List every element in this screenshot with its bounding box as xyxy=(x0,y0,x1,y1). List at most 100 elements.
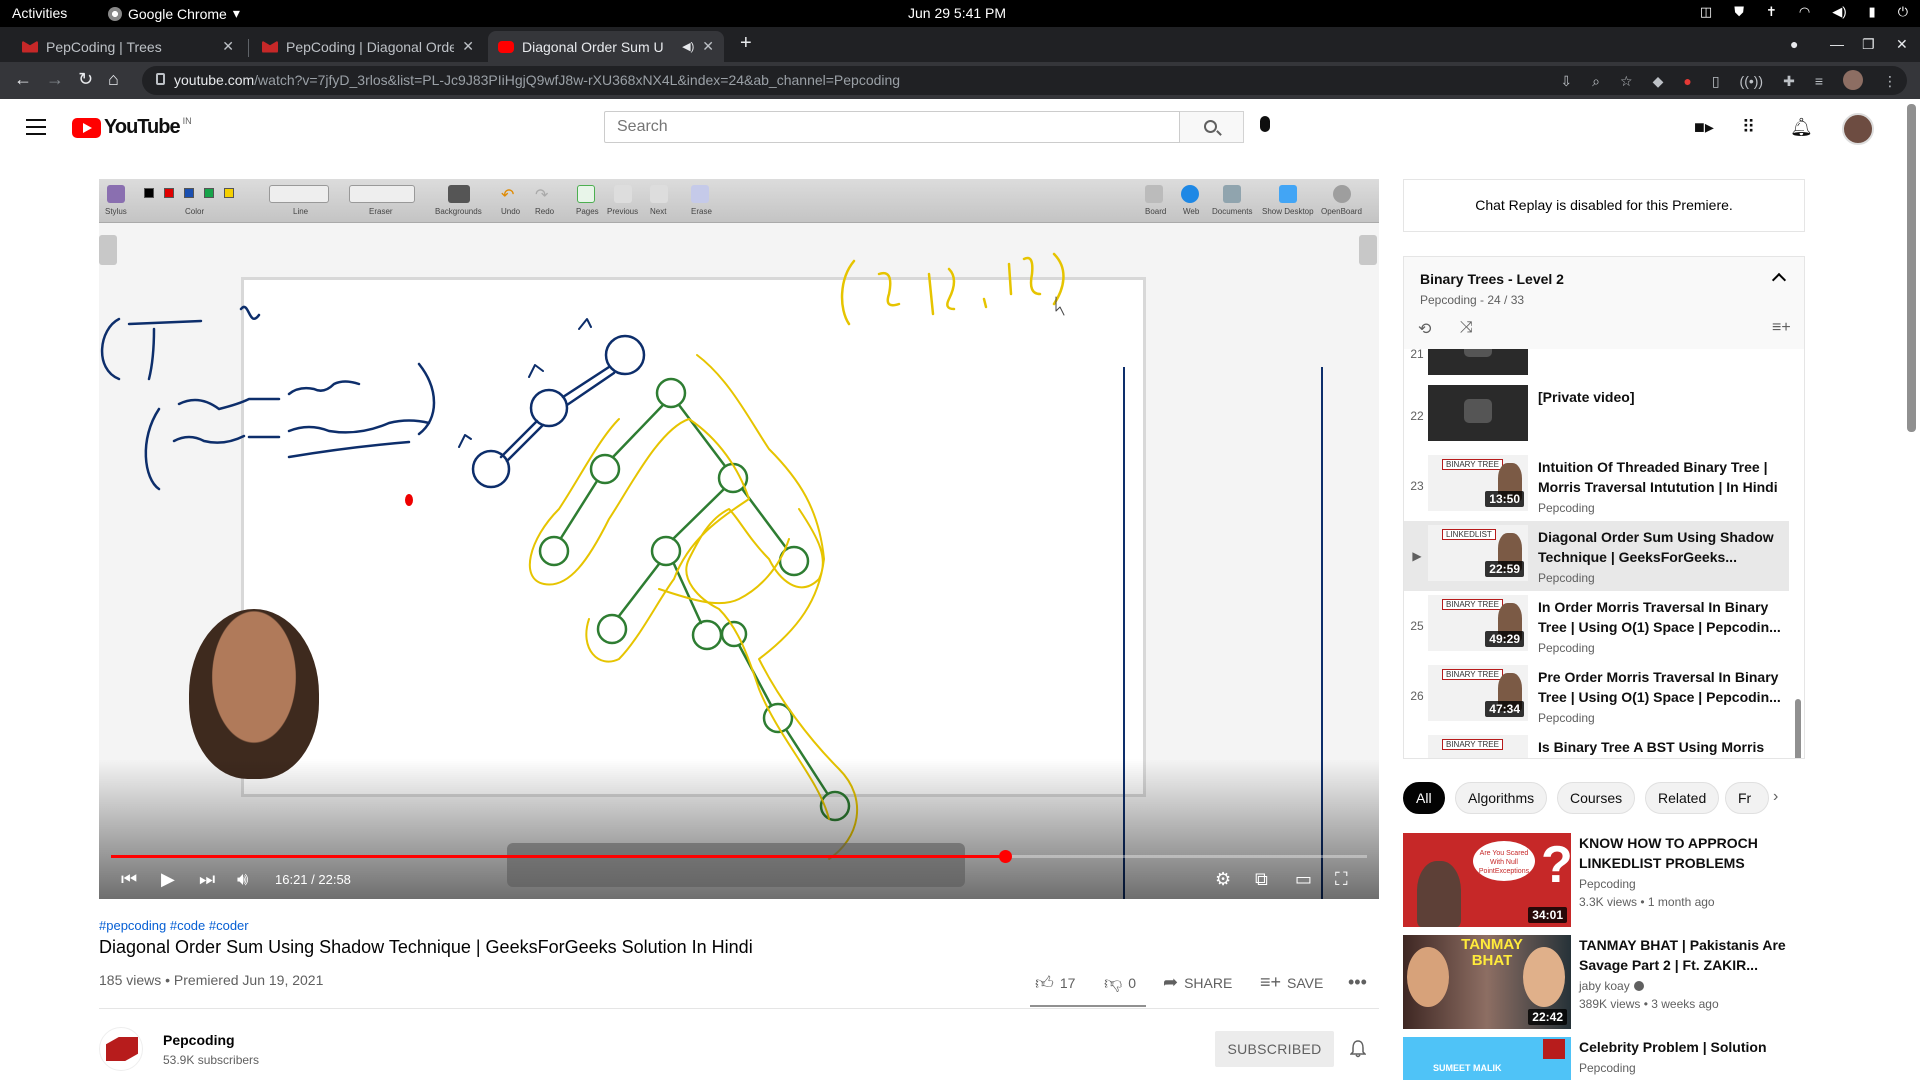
chat-replay-box: Chat Replay is disabled for this Premier… xyxy=(1403,179,1805,232)
playlist-item[interactable]: 22 [Private video] xyxy=(1404,381,1789,451)
close-icon[interactable]: ✕ xyxy=(702,38,714,55)
video-hashtags[interactable]: #pepcoding #code #coder xyxy=(99,918,249,933)
zoom-icon[interactable]: ⌕ xyxy=(1592,73,1600,90)
activities-button[interactable]: Activities xyxy=(12,5,67,21)
tab-youtube-active[interactable]: Diagonal Order Sum U ◀) ✕ xyxy=(488,31,724,62)
chip-related[interactable]: Related xyxy=(1645,782,1720,814)
kebab-menu-icon[interactable]: ⋮ xyxy=(1883,73,1897,90)
fullscreen-icon[interactable]: ⛶ xyxy=(1335,869,1348,890)
previous-video-icon[interactable]: ⏮ xyxy=(121,869,137,890)
like-button[interactable]: 👍︎ 17 xyxy=(1035,972,1075,994)
user-avatar[interactable] xyxy=(1842,113,1874,145)
address-bar[interactable]: youtube.com/watch?v=7jfyD_3rlos&list=PL-… xyxy=(142,66,1907,95)
home-icon[interactable]: ⌂ xyxy=(108,69,119,90)
accessibility-icon[interactable]: ✝ xyxy=(1766,4,1777,20)
youtube-logo[interactable]: YouTube IN xyxy=(72,116,192,139)
play-icon[interactable]: ▶ xyxy=(161,869,175,890)
country-code: IN xyxy=(182,115,192,126)
notifications-bell-icon[interactable]: 🔔︎ xyxy=(1790,117,1813,138)
maximize-icon[interactable]: ❐ xyxy=(1862,36,1875,53)
battery-icon[interactable]: ▮ xyxy=(1869,4,1876,20)
wifi-icon[interactable]: ◠ xyxy=(1799,4,1810,20)
save-button[interactable]: ≡+ SAVE xyxy=(1260,972,1323,993)
chip-all[interactable]: All xyxy=(1403,782,1445,814)
puzzle-icon[interactable]: ✚ xyxy=(1783,73,1795,90)
channel-name[interactable]: Pepcoding xyxy=(163,1032,235,1048)
power-icon[interactable]: ⏻ xyxy=(1898,4,1908,20)
volume-icon[interactable]: ◀) xyxy=(1832,4,1846,20)
tab-pepcoding-diagonal[interactable]: PepCoding | Diagonal Order ✕ xyxy=(252,31,484,62)
tab-title: PepCoding | Diagonal Order xyxy=(286,38,455,55)
audio-playing-icon[interactable]: ◀) xyxy=(682,40,694,53)
more-actions-button[interactable]: ••• xyxy=(1348,972,1367,993)
minimize-icon[interactable]: — xyxy=(1830,36,1844,52)
share-button[interactable]: ➦ SHARE xyxy=(1163,972,1232,993)
recommended-video[interactable]: Are You Scared With Null PointExceptions… xyxy=(1403,833,1805,927)
browser-toolbar: ← → ↻ ⌂ youtube.com/watch?v=7jfyD_3rlos&… xyxy=(0,62,1920,99)
chip-partial[interactable]: Fr xyxy=(1725,782,1769,814)
search-button[interactable] xyxy=(1180,111,1244,143)
install-icon[interactable]: ⇩ xyxy=(1560,73,1572,90)
clock[interactable]: Jun 29 5:41 PM xyxy=(908,5,1006,21)
playlist-item[interactable]: 23 BINARY TREE 13:50 Intuition Of Thread… xyxy=(1404,451,1789,521)
tab-search-icon[interactable]: ● xyxy=(1790,36,1798,52)
notification-bell-icon[interactable] xyxy=(1350,1040,1366,1058)
extension-icon[interactable]: ◆ xyxy=(1653,73,1664,90)
menu-icon[interactable] xyxy=(26,119,46,135)
system-tray[interactable]: ◫ ⛊ ✝ ◠ ◀) ▮ ⏻ xyxy=(1700,4,1908,20)
close-icon[interactable]: ✕ xyxy=(462,38,474,55)
chip-algorithms[interactable]: Algorithms xyxy=(1455,782,1548,814)
tab-strip: PepCoding | Trees ✕ PepCoding | Diagonal… xyxy=(0,27,1920,62)
forward-arrow-icon[interactable]: → xyxy=(46,69,64,90)
apps-grid-icon[interactable]: ⠿ xyxy=(1742,117,1755,138)
subscribed-button[interactable]: SUBSCRIBED xyxy=(1215,1031,1334,1067)
profile-avatar[interactable] xyxy=(1843,70,1863,90)
playlist-add-icon[interactable]: ≡+ xyxy=(1772,319,1791,337)
miniplayer-icon[interactable]: ⧉ xyxy=(1255,869,1268,890)
playlist-item[interactable]: 26 BINARY TREE 47:34 Pre Order Morris Tr… xyxy=(1404,661,1789,731)
page-scrollbar[interactable] xyxy=(1907,104,1916,432)
dislike-button[interactable]: 👎︎ 0 xyxy=(1104,972,1136,994)
playlist-title[interactable]: Binary Trees - Level 2 xyxy=(1420,271,1564,287)
reload-icon[interactable]: ↻ xyxy=(78,69,93,90)
search-input[interactable] xyxy=(605,112,1179,142)
next-video-icon[interactable]: ⏭ xyxy=(199,869,215,890)
playlist-item-current[interactable]: ▶ LINKEDLIST 22:59 Diagonal Order Sum Us… xyxy=(1404,521,1789,591)
extension-icon[interactable]: ((•)) xyxy=(1740,73,1764,90)
create-video-icon[interactable]: ■▸ xyxy=(1694,117,1714,138)
chip-courses[interactable]: Courses xyxy=(1557,782,1636,814)
app-menu[interactable]: Google Chrome ▾ xyxy=(108,5,240,22)
close-window-icon[interactable]: ✕ xyxy=(1896,36,1908,53)
extension-red-icon[interactable]: ● xyxy=(1683,73,1691,90)
recommended-video[interactable]: SUMEET MALIK Celebrity Problem | Solutio… xyxy=(1403,1037,1805,1080)
back-arrow-icon[interactable]: ← xyxy=(14,69,32,90)
loop-icon[interactable]: ⟲ xyxy=(1418,319,1431,339)
shield-icon[interactable]: ⛊ xyxy=(1734,4,1744,20)
extension-icon[interactable]: ▯ xyxy=(1712,73,1720,90)
now-playing-indicator: ▶ xyxy=(1412,549,1422,563)
lock-icon[interactable] xyxy=(156,73,165,85)
new-tab-plus-icon[interactable]: + xyxy=(740,32,752,55)
video-player[interactable]: Stylus Color Line Eraser Backgrounds ↶ U… xyxy=(99,179,1379,899)
reading-list-icon[interactable]: ≡ xyxy=(1815,73,1823,90)
playlist-item[interactable]: BINARY TREE Is Binary Tree A BST Using M… xyxy=(1404,731,1789,758)
close-icon[interactable]: ✕ xyxy=(222,38,234,55)
collapse-chevron-icon[interactable] xyxy=(1771,272,1787,288)
recommended-channel: jaby koay xyxy=(1579,979,1644,993)
url-text[interactable]: youtube.com/watch?v=7jfyD_3rlos&list=PL-… xyxy=(174,72,900,88)
shuffle-icon[interactable]: ⤨ xyxy=(1460,319,1473,337)
channel-avatar[interactable] xyxy=(99,1027,143,1071)
screenshot-icon[interactable]: ◫ xyxy=(1700,4,1712,20)
progress-bar[interactable] xyxy=(111,850,1367,863)
volume-icon[interactable]: 🔊︎ xyxy=(237,869,248,890)
playlist-item[interactable]: 21 xyxy=(1404,349,1789,385)
recommended-video[interactable]: TANMAY BHAT 22:42 TANMAY BHAT | Pakistan… xyxy=(1403,935,1805,1029)
bookmark-star-icon[interactable]: ☆ xyxy=(1620,73,1633,90)
theater-mode-icon[interactable]: ▭ xyxy=(1295,869,1312,890)
playlist-scrollbar[interactable] xyxy=(1795,699,1801,758)
tab-pepcoding-trees[interactable]: PepCoding | Trees ✕ xyxy=(12,31,244,62)
settings-gear-icon[interactable]: ⚙ xyxy=(1215,869,1231,890)
playlist-item[interactable]: 25 BINARY TREE 49:29 In Order Morris Tra… xyxy=(1404,591,1789,661)
chevron-right-icon[interactable]: › xyxy=(1773,788,1778,806)
microphone-icon[interactable] xyxy=(1260,116,1270,132)
